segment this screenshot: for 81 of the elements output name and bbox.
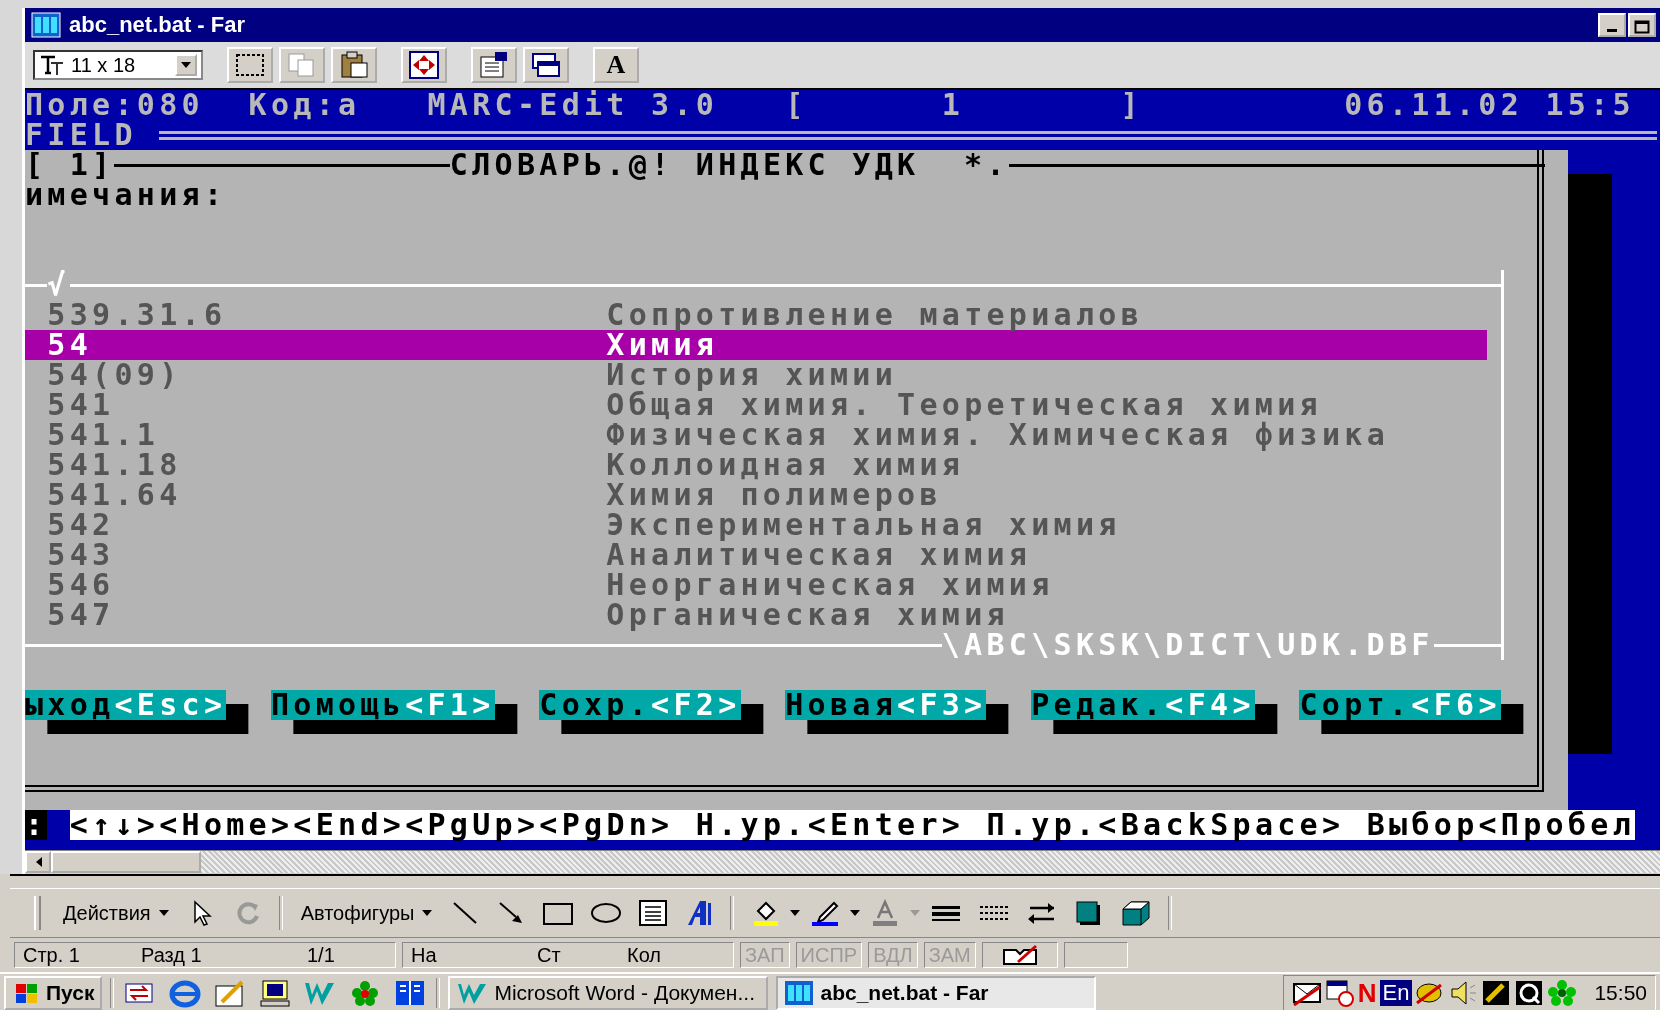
font-button[interactable]: A: [593, 47, 639, 83]
speaker-icon: [1448, 979, 1479, 1007]
language-indicator[interactable]: En: [1379, 980, 1413, 1006]
list-row[interactable]: 546 Неорганическая химия: [25, 570, 1488, 600]
minimize-icon: [1607, 29, 1617, 32]
paste-button[interactable]: [331, 47, 377, 83]
dialog-title: СЛОВАРЬ.@! ИНДЕКС УДК: [449, 150, 920, 180]
list-row[interactable]: 541.64 Химия полимеров: [25, 480, 1488, 510]
dropdown-arrow-icon: [790, 910, 801, 916]
filter-text: *.: [964, 150, 1009, 180]
list-row[interactable]: 541 Общая химия. Теоретическая химия: [25, 390, 1488, 420]
dotted-rectangle-icon: [235, 53, 265, 77]
maximize-icon: [1634, 19, 1650, 35]
tray-logo[interactable]: N: [1357, 977, 1377, 1009]
record-number: 1: [941, 90, 965, 120]
taskbar-button[interactable]: Microsoft Word - Докумен...: [448, 976, 769, 1010]
section-number: Разд 1: [141, 943, 203, 967]
bracket-text: ]: [1120, 90, 1143, 120]
left-arrow-icon: [34, 857, 42, 867]
date-time: 06.11.02 15:5: [1344, 90, 1635, 120]
dropdown-arrow-icon: [422, 910, 433, 916]
list-row[interactable]: 541.18 Коллоидная химия: [25, 450, 1488, 480]
check-mark: √: [47, 270, 70, 300]
line-label: Ст: [537, 943, 562, 967]
position-label: На: [411, 943, 438, 967]
text-box-icon: [638, 899, 669, 927]
cube-icon: [1120, 899, 1153, 927]
four-arrows-icon: [409, 51, 439, 79]
field-label: FIELD: [25, 120, 137, 150]
list-row[interactable]: 54 Химия: [25, 330, 1488, 360]
mark-button[interactable]: [227, 47, 273, 83]
prompt-mark: :: [25, 810, 48, 840]
prompt-label: имечания:: [25, 180, 227, 210]
file-path: \ABC\SKSK\DICT\UDK.DBF: [941, 630, 1434, 660]
code-text: Код:a: [248, 90, 361, 120]
window-icon: [531, 51, 561, 79]
list-row[interactable]: 543 Аналитическая химия: [25, 540, 1488, 570]
page-count: 1/1: [307, 943, 335, 967]
list-row[interactable]: 541.1 Физическая химия. Химическая физика: [25, 420, 1488, 450]
console-window-icon: [784, 980, 815, 1006]
page-number: Стр. 1: [23, 943, 81, 967]
minimize-button[interactable]: [1598, 13, 1626, 37]
list-row[interactable]: 542 Экспериментальная химия: [25, 510, 1488, 540]
app-title: MARC-Edit 3.0: [427, 90, 719, 120]
key-hints: <↑↓><Home><End><PgUp><PgDn> Н.ур.<Enter> П.ур.<BackSpace> Выбор<Пробел: [69, 810, 1635, 840]
dialog-number: [ 1]: [25, 150, 115, 180]
list-row[interactable]: 547 Органическая химия: [25, 600, 1488, 630]
dropdown-arrow-icon: [158, 910, 169, 916]
ring-icon: [1514, 979, 1545, 1007]
actions-menu[interactable]: Действия: [55, 897, 177, 929]
autoshapes-menu[interactable]: Автофигуры: [292, 897, 441, 929]
maximize-button[interactable]: [1628, 13, 1656, 37]
clipboard-icon: [339, 51, 369, 79]
status-panel: [1063, 942, 1128, 968]
console-window-icon: [31, 12, 61, 38]
properties-icon: [479, 51, 509, 79]
field-text: Поле:080: [25, 90, 204, 120]
scroll-thumb[interactable]: [51, 851, 201, 873]
copy-icon: [287, 52, 317, 78]
window-title: abc_net.bat - Far: [69, 12, 246, 38]
wrench-icon: [1481, 979, 1512, 1007]
fullscreen-button[interactable]: [401, 47, 447, 83]
column-label: Кол: [627, 943, 661, 967]
dropdown-arrow-icon: [910, 910, 921, 916]
pen-icon: [810, 899, 841, 927]
font-type-icon: [39, 54, 65, 76]
bracket-text: [: [785, 90, 808, 120]
taskbar-button[interactable]: abc_net.bat - Far: [776, 976, 1097, 1010]
flower-icon: [1547, 979, 1578, 1007]
list-row[interactable]: 539.31.6 Сопротивление материалов: [25, 300, 1488, 330]
clock: 15:50: [1594, 981, 1647, 1005]
properties-button[interactable]: [471, 47, 517, 83]
dropdown-arrow-icon: [850, 910, 861, 916]
toolbar-grip[interactable]: [34, 896, 41, 930]
background-button[interactable]: [523, 47, 569, 83]
font-size-dropdown[interactable]: 11 x 18: [33, 50, 203, 80]
list-row[interactable]: 54(09) История химии: [25, 360, 1488, 390]
start-button[interactable]: Пуск: [4, 976, 103, 1010]
scroll-left-button[interactable]: [25, 851, 51, 873]
calendar-clock-icon: [1324, 979, 1355, 1007]
dropdown-arrow-icon: [181, 62, 191, 68]
